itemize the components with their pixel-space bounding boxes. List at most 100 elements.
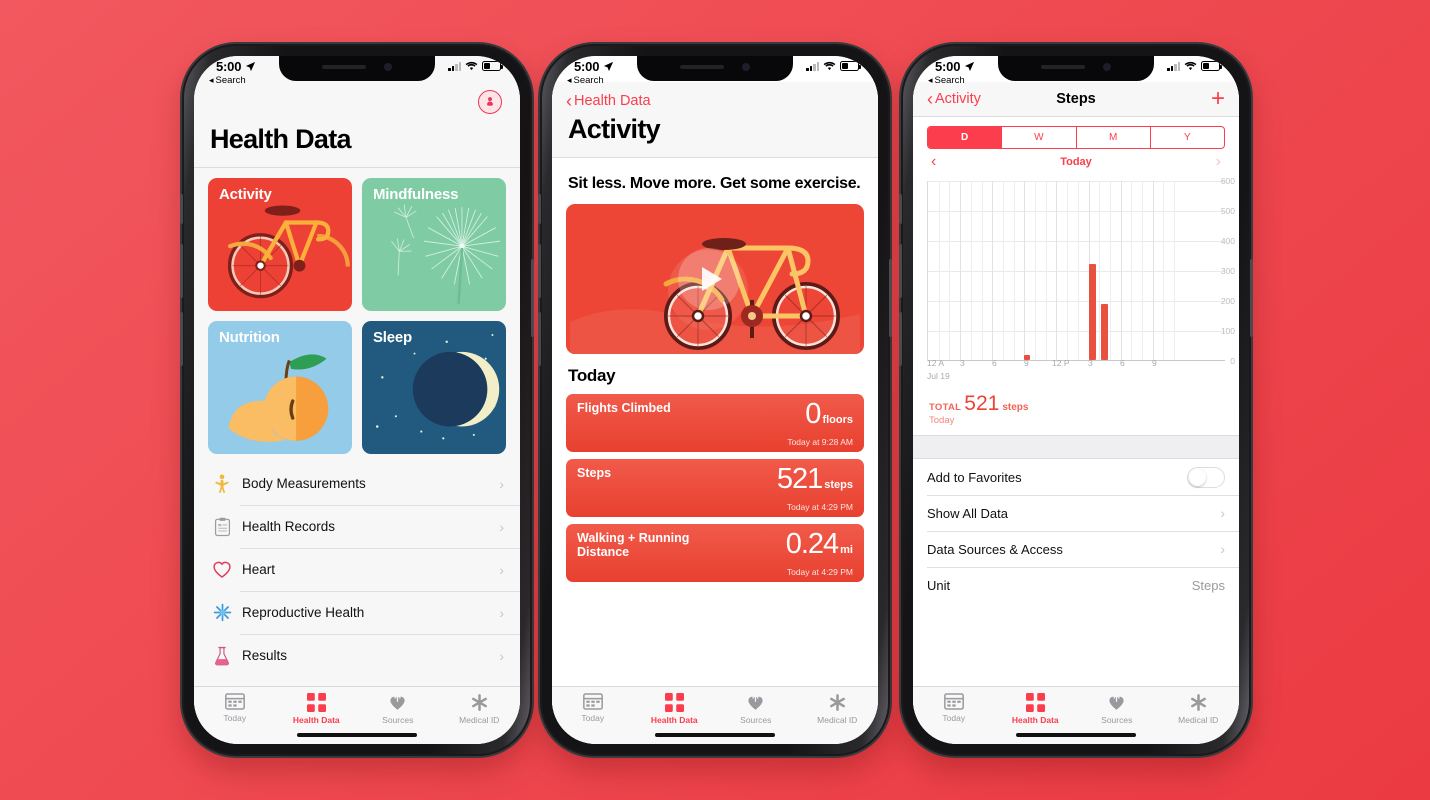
profile-icon[interactable]: [478, 90, 502, 114]
front-camera: [1103, 63, 1111, 71]
back-button[interactable]: ‹ Activity: [927, 90, 981, 108]
x-tick-6p: 6: [1120, 358, 1125, 368]
play-button[interactable]: [678, 248, 741, 310]
volume-down-button[interactable]: [180, 312, 183, 366]
row-show-all-data[interactable]: Show All Data ›: [913, 495, 1239, 531]
tab-medical-id[interactable]: Medical ID: [797, 693, 879, 725]
total-value: 521: [964, 392, 1000, 415]
steps-detail-page: 5:00 ◂ Search ‹ Activity Steps + D W M Y…: [913, 56, 1239, 744]
list-item-label: Health Records: [242, 519, 336, 534]
list-item-label: Results: [242, 648, 288, 663]
metric-card-flights-climbed[interactable]: Flights Climbed 0 floors Today at 9:28 A…: [566, 394, 864, 452]
chevron-left-icon[interactable]: ‹: [931, 153, 936, 171]
back-to-search[interactable]: ◂ Search: [567, 75, 604, 86]
list-item[interactable]: Reproductive Health ›: [194, 591, 520, 634]
page-title: Health Data: [210, 124, 352, 154]
power-button[interactable]: [531, 259, 534, 337]
nav-bar: ‹ Health Data: [552, 82, 878, 112]
mute-switch[interactable]: [899, 194, 902, 224]
phone-3-screen: 5:00 ◂ Search ‹ Activity Steps + D W M Y…: [913, 56, 1239, 744]
wifi-icon: [1184, 61, 1197, 71]
tab-sources[interactable]: Sources: [1076, 693, 1158, 725]
segment-day[interactable]: D: [928, 127, 1003, 148]
asterisk-icon: [829, 694, 845, 711]
volume-down-button[interactable]: [899, 312, 902, 366]
tab-today-label: Today: [942, 713, 966, 723]
list-item[interactable]: Results ›: [194, 634, 520, 677]
metric-card-walking-running-distance[interactable]: Walking + Running Distance 0.24 mi Today…: [566, 524, 864, 582]
tab-health-data[interactable]: Health Data: [995, 693, 1077, 725]
segment-year[interactable]: Y: [1151, 127, 1224, 148]
tab-medical-id[interactable]: Medical ID: [439, 693, 521, 725]
back-to-search[interactable]: ◂ Search: [209, 75, 246, 86]
x-tick-6a: 6: [992, 358, 997, 368]
metric-card-steps[interactable]: Steps 521 steps Today at 4:29 PM: [566, 459, 864, 517]
power-button[interactable]: [1250, 259, 1253, 337]
volume-up-button[interactable]: [899, 244, 902, 298]
home-indicator[interactable]: [655, 733, 775, 737]
segment-week[interactable]: W: [1002, 127, 1077, 148]
mute-switch[interactable]: [538, 194, 541, 224]
tab-sources[interactable]: Sources: [357, 693, 439, 725]
tab-medical-id[interactable]: Medical ID: [1158, 693, 1240, 725]
volume-up-button[interactable]: [180, 244, 183, 298]
metric-value: 521: [776, 463, 823, 495]
list-item-label: Body Measurements: [242, 476, 366, 491]
list-item-label: Heart: [242, 562, 276, 577]
back-button[interactable]: ‹ Health Data: [566, 92, 651, 110]
home-indicator[interactable]: [1016, 733, 1136, 737]
metric-label: Steps: [577, 466, 612, 480]
steps-bar-chart[interactable]: 600 500 400 300 200 100 0 12 A 3 6 9 12 …: [913, 175, 1239, 390]
chevron-right-icon[interactable]: ›: [1216, 153, 1221, 171]
health-data-grid-icon: [664, 693, 684, 712]
y-tick-100: 100: [1220, 326, 1235, 336]
card-mindfulness-label: Mindfulness: [373, 186, 459, 203]
metric-unit: mi: [840, 544, 853, 556]
volume-up-button[interactable]: [538, 244, 541, 298]
health-data-page: 5:00 ◂ Search Health Data Activity Mindf…: [194, 56, 520, 744]
row-unit[interactable]: Unit Steps: [913, 567, 1239, 603]
chevron-right-icon: ›: [499, 518, 504, 535]
play-icon: [702, 267, 723, 291]
tab-sources[interactable]: Sources: [715, 693, 797, 725]
y-tick-200: 200: [1220, 296, 1235, 306]
card-sleep[interactable]: Sleep: [362, 321, 506, 454]
volume-down-button[interactable]: [538, 312, 541, 366]
card-activity[interactable]: Activity: [208, 178, 352, 311]
body-figure-icon: [208, 473, 236, 494]
time-range-segmented-control[interactable]: D W M Y: [927, 126, 1225, 149]
location-arrow-icon: [965, 61, 975, 72]
tab-health-data[interactable]: Health Data: [634, 693, 716, 725]
home-indicator[interactable]: [297, 733, 417, 737]
tab-today[interactable]: Today: [552, 693, 634, 723]
date-navigator: ‹ Today ›: [913, 149, 1239, 175]
list-item[interactable]: Body Measurements ›: [194, 462, 520, 505]
card-nutrition[interactable]: Nutrition: [208, 321, 352, 454]
status-time-text: 5:00: [935, 59, 961, 74]
tab-health-data[interactable]: Health Data: [276, 693, 358, 725]
total-key: TOTAL: [929, 402, 962, 413]
row-data-sources-access[interactable]: Data Sources & Access ›: [913, 531, 1239, 567]
mute-switch[interactable]: [180, 194, 183, 224]
back-to-search[interactable]: ◂ Search: [928, 75, 965, 86]
favorites-toggle[interactable]: [1187, 466, 1225, 488]
card-mindfulness[interactable]: Mindfulness: [362, 178, 506, 311]
total-subtitle: Today: [929, 415, 955, 426]
row-value: Steps: [1191, 577, 1225, 593]
activity-video-card[interactable]: [566, 204, 864, 354]
tab-health-data-label: Health Data: [1011, 715, 1059, 725]
metric-value-group: 0 floors: [805, 398, 853, 431]
list-item[interactable]: Heart ›: [194, 548, 520, 591]
row-add-to-favorites[interactable]: Add to Favorites: [913, 459, 1239, 495]
power-button[interactable]: [889, 259, 892, 337]
today-section-title: Today: [568, 366, 616, 385]
segment-month[interactable]: M: [1077, 127, 1151, 148]
calendar-icon: [582, 693, 603, 710]
metric-unit: floors: [822, 414, 853, 426]
tab-today[interactable]: Today: [913, 693, 995, 723]
tab-today[interactable]: Today: [194, 693, 276, 723]
plus-icon[interactable]: +: [1211, 87, 1225, 111]
profile-row: [194, 82, 520, 122]
list-item[interactable]: Health Records ›: [194, 505, 520, 548]
x-tick-12p: 12 P: [1052, 358, 1070, 368]
